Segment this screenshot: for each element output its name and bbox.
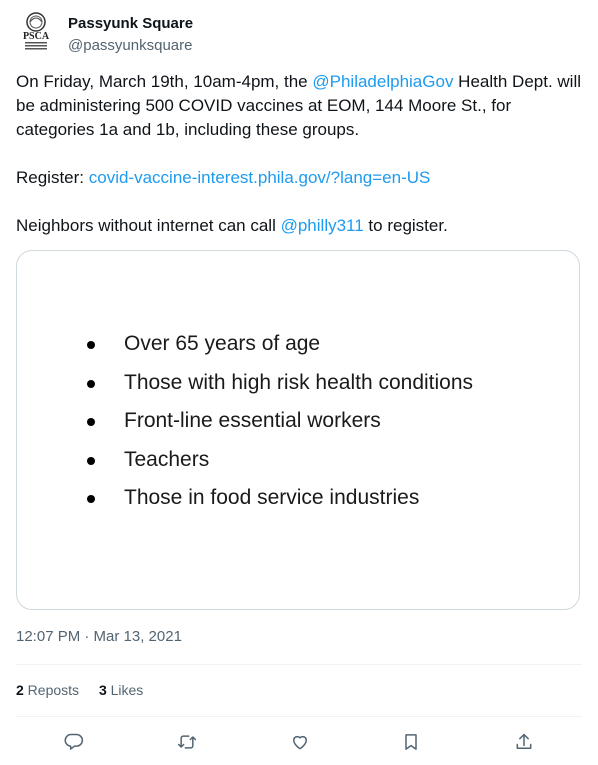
tweet-paragraph-3: Neighbors without internet can call @phi… [16, 214, 582, 238]
bullet-item-text: Over 65 years of age [124, 332, 321, 355]
bullet-dot-icon [87, 379, 95, 388]
reposts-number: 2 [16, 682, 24, 698]
tweet-text-segment: to register. [363, 216, 448, 235]
tweet-paragraph-2: Register: covid-vaccine-interest.phila.g… [16, 166, 582, 190]
bullet-dot-icon [87, 495, 95, 503]
bullet-item: Over 65 years of age [87, 325, 473, 364]
bullet-dot-icon [87, 418, 95, 426]
action-bar [16, 728, 582, 756]
tweet-text-segment: Register: [16, 168, 89, 187]
reply-icon [64, 733, 84, 750]
avatar[interactable]: PSCA [16, 12, 56, 52]
account-names: Passyunk Square @passyunksquare [68, 14, 193, 56]
reposts-label: Reposts [23, 682, 80, 698]
mention-philadelphiagov-link[interactable]: @PhiladelphiaGov [312, 72, 453, 91]
likes-number: 3 [98, 682, 107, 698]
tweet-text: On Friday, March 19th, 10am-4pm, the @Ph… [16, 70, 582, 238]
user-handle[interactable]: @passyunksquare [68, 36, 193, 56]
repost-icon [177, 735, 197, 749]
likes-label: Likes [106, 682, 144, 698]
tweet-timestamp[interactable]: 12:07 PM · Mar 13, 2021 [16, 627, 182, 647]
likes-count[interactable]: 3 Likes [99, 680, 143, 700]
bullet-dot-icon [87, 341, 95, 349]
share-icon [516, 733, 532, 749]
bookmark-icon [405, 734, 417, 750]
display-name[interactable]: Passyunk Square [68, 14, 193, 34]
divider [16, 716, 582, 717]
svg-text:PSCA: PSCA [23, 31, 50, 42]
tweet-header: PSCA Passyunk Square @passyunksquare [16, 12, 582, 56]
mention-philly311-link[interactable]: @philly311 [281, 216, 364, 235]
tweet-text-segment: On Friday, March 19th, 10am-4pm, the [16, 72, 313, 91]
engagement-stats: 2 Reposts 3 Likes [16, 680, 159, 700]
like-button[interactable] [286, 728, 314, 756]
reposts-count[interactable]: 2 Reposts [16, 680, 79, 700]
bullet-item: Those in food service industries [87, 479, 473, 518]
bullet-list: Over 65 years of age Those with high ris… [87, 325, 473, 518]
tweet-card: PSCA Passyunk Square @passyunksquare On … [0, 0, 598, 765]
bullet-item-text: Those in food service industries [124, 486, 420, 509]
tweet-paragraph-1: On Friday, March 19th, 10am-4pm, the @Ph… [16, 70, 582, 142]
bullet-item-text: Those with high risk health conditions [124, 370, 474, 394]
bullet-item: Teachers [87, 441, 473, 480]
bullet-item-text: Teachers [124, 447, 210, 471]
share-button[interactable] [510, 728, 538, 756]
bullet-item: Front-line essential workers [87, 402, 473, 441]
like-icon [293, 735, 307, 750]
bullet-item: Those with high risk health conditions [87, 364, 473, 403]
media-image-card[interactable]: Over 65 years of age Those with high ris… [16, 250, 580, 610]
register-url-link[interactable]: covid-vaccine-interest.phila.gov/?lang=e… [89, 168, 431, 187]
bookmark-button[interactable] [397, 728, 425, 756]
reply-button[interactable] [60, 728, 88, 756]
bullet-item-text: Front-line essential workers [124, 409, 381, 432]
repost-button[interactable] [173, 728, 201, 756]
divider [16, 664, 582, 665]
psca-logo-icon: PSCA [23, 12, 50, 50]
bullet-dot-icon [87, 456, 95, 465]
tweet-text-segment: Neighbors without internet can call [16, 216, 281, 235]
